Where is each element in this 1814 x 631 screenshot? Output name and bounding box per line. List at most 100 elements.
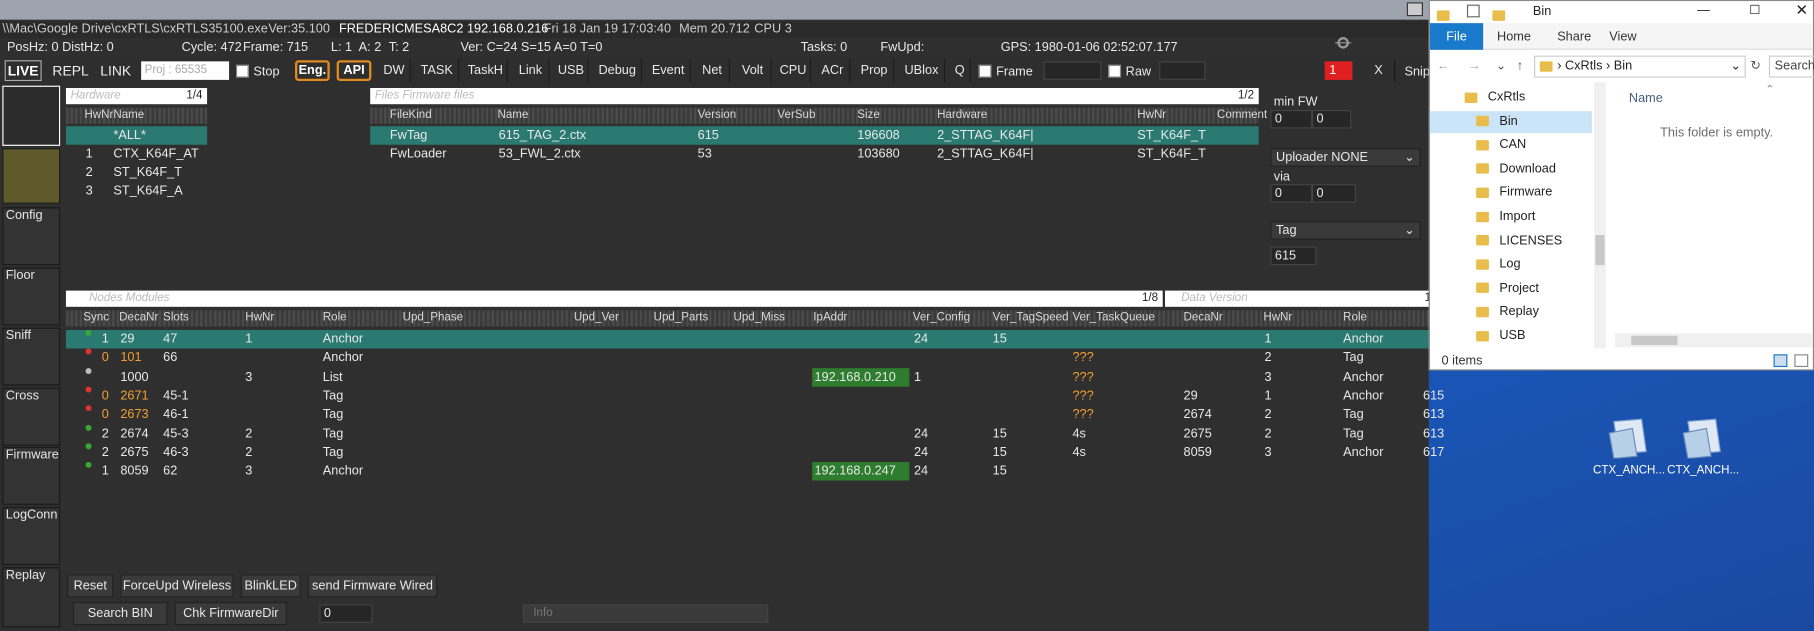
name-column-header[interactable]: Name <box>1629 91 1663 106</box>
sidebar-item-replay[interactable]: Replay <box>2 567 61 628</box>
ublox-button[interactable]: UBlox <box>899 59 946 83</box>
search-bin-button[interactable]: Search BIN <box>72 602 168 626</box>
close-icon[interactable]: ✕ <box>1796 2 1809 17</box>
snip-button[interactable]: Snip <box>1404 65 1429 80</box>
via-input-b[interactable]: 0 <box>1311 184 1356 203</box>
alert-badge[interactable]: 1 <box>1324 61 1353 80</box>
sidebar-item-config[interactable]: Config <box>2 207 61 266</box>
col-decanr[interactable]: DecaNr <box>119 310 158 326</box>
sidebar-item-logconn[interactable]: LogConn <box>2 507 61 566</box>
chk-firmwaredir-button[interactable]: Chk FirmwareDir <box>174 602 287 626</box>
cpu-button[interactable]: CPU <box>776 59 811 83</box>
col-upd-parts[interactable]: Upd_Parts <box>654 310 709 326</box>
api-button[interactable]: API <box>336 60 372 82</box>
col-upd-ver[interactable]: Upd_Ver <box>574 310 619 326</box>
acr-button[interactable]: ACr <box>816 59 851 83</box>
uploader-dropdown[interactable]: Uploader NONE ⌄ <box>1270 148 1421 167</box>
col-sync[interactable]: Sync <box>83 310 109 326</box>
x-button[interactable]: X <box>1363 59 1396 83</box>
col-hardware[interactable]: Hardware <box>937 108 987 124</box>
minfw-input-a[interactable]: 0 <box>1270 109 1312 129</box>
tree-item[interactable]: USB <box>1476 325 1592 347</box>
frame-input[interactable] <box>1043 61 1102 80</box>
content-hscrollbar[interactable] <box>1615 333 1813 348</box>
hw-row[interactable]: 2 ST_K64F_T <box>66 163 207 182</box>
maximize-icon[interactable]: ☐ <box>1749 3 1760 18</box>
node-row[interactable]: 2 2675 46-3 2 Tag 24 15 4s 8059 3 Anchor 617 <box>66 443 1444 462</box>
node-row[interactable]: 1 29 47 1 Anchor 24 15 1 Anchor <box>65 329 1429 349</box>
sidebar-item-cross[interactable]: Cross <box>2 387 61 446</box>
hw-row-all[interactable]: *ALL* <box>65 126 208 145</box>
col-hwnr[interactable]: HwNr <box>84 108 113 124</box>
tree-item[interactable]: Log <box>1476 254 1592 276</box>
collapse-icon[interactable]: ⌃ <box>1765 82 1774 97</box>
sidebar-color-swatch[interactable] <box>2 148 61 204</box>
link-button[interactable]: Link <box>513 59 550 83</box>
app-close-button[interactable] <box>1406 2 1423 17</box>
details-view-icon[interactable] <box>1773 354 1788 368</box>
node-row[interactable]: 1000 3 List 192.168.0.210 1??? 3 Anchor <box>66 367 1429 387</box>
firmware-page[interactable]: 1/2 <box>1238 88 1254 104</box>
node-row[interactable]: 0 2671 45-1 Tag??? 29 1 Anchor 615 <box>66 386 1444 406</box>
hardware-page[interactable]: 1/4 <box>186 88 202 104</box>
col-hwnr[interactable]: HwNr <box>245 310 274 326</box>
tree-item[interactable]: Replay <box>1476 301 1592 323</box>
col-size[interactable]: Size <box>857 108 880 124</box>
checkbox-icon[interactable] <box>1466 4 1480 18</box>
tree-item[interactable]: Download <box>1476 158 1592 180</box>
up-icon[interactable]: ↑ <box>1517 59 1523 74</box>
usb-button[interactable]: USB <box>554 59 589 83</box>
q-button[interactable]: Q <box>950 59 971 83</box>
net-button[interactable]: Net <box>695 59 731 83</box>
node-row[interactable]: 0 2673 46-1 Tag??? 2674 2 Tag 613 <box>66 405 1444 424</box>
sidebar-item-sniff[interactable]: Sniff <box>2 327 61 386</box>
repl-button[interactable]: REPL <box>51 60 90 81</box>
tree-item[interactable]: Project <box>1476 278 1592 300</box>
tree-item[interactable]: LICENSES <box>1476 230 1592 252</box>
stop-checkbox[interactable] <box>236 64 249 78</box>
col-slots[interactable]: Slots <box>163 310 189 326</box>
col-v-hwnr[interactable]: HwNr <box>1263 310 1292 326</box>
live-button[interactable]: LIVE <box>4 60 42 82</box>
view-tab[interactable]: View <box>1609 30 1636 45</box>
home-tab[interactable]: Home <box>1497 30 1531 45</box>
blinkled-button[interactable]: BlinkLED <box>240 574 301 598</box>
col-upd-miss[interactable]: Upd_Miss <box>733 310 784 326</box>
hw-row[interactable]: 1 CTX_K64F_AT <box>66 145 207 164</box>
col-ver-config[interactable]: Ver_Config <box>913 310 970 326</box>
hw-row[interactable]: 3 ST_K64F_A <box>66 182 207 201</box>
forward-icon[interactable]: → <box>1468 59 1481 74</box>
crumb-bin[interactable]: Bin <box>1614 59 1632 73</box>
fw-row[interactable]: FwLoader 53_FWL_2.ctx 53 103680 2_STTAG_… <box>370 145 1258 164</box>
col-role[interactable]: Role <box>323 310 347 326</box>
minimize-icon[interactable]: — <box>1697 3 1710 18</box>
fw-row[interactable]: FwTag 615_TAG_2.ctx 615 196608 2_STTAG_K… <box>370 126 1259 145</box>
desktop-file-icon[interactable]: CTX_ANCH... <box>1667 417 1739 482</box>
forceupd-wireless-button[interactable]: ForceUpd Wireless <box>120 574 234 598</box>
task-button[interactable]: TASK <box>415 59 460 83</box>
col-ver-tagspeed[interactable]: Ver_TagSpeed <box>993 310 1069 326</box>
dw-button[interactable]: DW <box>378 59 411 83</box>
frame-checkbox[interactable] <box>978 64 992 78</box>
link-mode-button[interactable]: LINK <box>97 60 134 81</box>
large-icons-view-icon[interactable] <box>1794 354 1809 368</box>
sidebar-item-firmware[interactable]: Firmware <box>2 446 61 505</box>
count-field[interactable]: 0 <box>319 604 373 623</box>
col-comment[interactable]: Comment <box>1217 108 1267 124</box>
chevron-down-icon[interactable]: ⌄ <box>1730 57 1741 77</box>
col-filekind[interactable]: FileKind <box>390 108 432 124</box>
col-ver-taskqueue[interactable]: Ver_TaskQueue <box>1072 310 1154 326</box>
proj-field[interactable]: Proj : 65535 <box>141 61 230 80</box>
raw-checkbox[interactable] <box>1108 64 1122 78</box>
col-hwnr[interactable]: HwNr <box>1137 108 1166 124</box>
node-row[interactable]: 1 8059 62 3 Anchor 192.168.0.247 24 15 <box>66 462 1429 481</box>
event-button[interactable]: Event <box>647 59 691 83</box>
nodes-page[interactable]: 1/8 <box>1142 291 1158 307</box>
minfw-input-b[interactable]: 0 <box>1311 109 1352 129</box>
col-v-decanr[interactable]: DecaNr <box>1184 310 1223 326</box>
sidebar-blank-top[interactable] <box>2 85 61 146</box>
tag-version-input[interactable]: 615 <box>1270 246 1317 266</box>
file-tab[interactable]: File <box>1429 23 1484 50</box>
search-input[interactable]: Search <box>1768 55 1814 78</box>
refresh-icon[interactable]: ↻ <box>1750 59 1761 74</box>
